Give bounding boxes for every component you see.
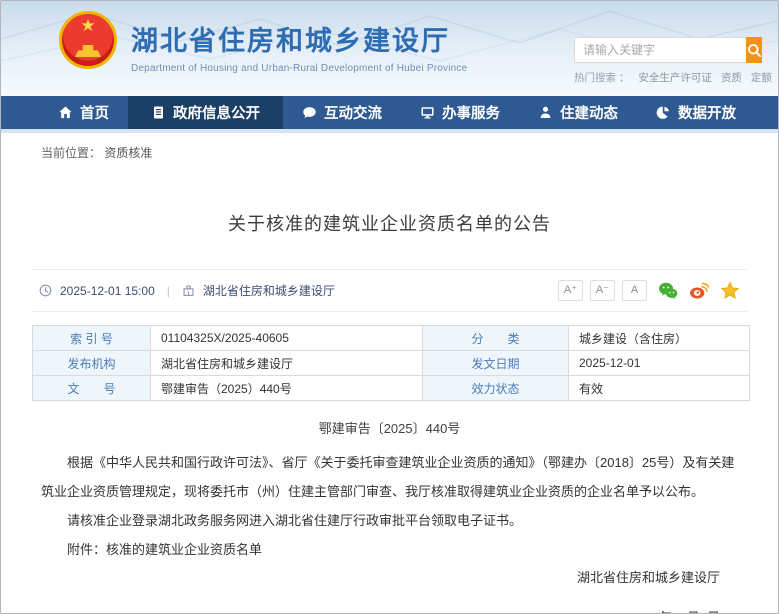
font-size-reset-button[interactable]: A: [622, 280, 647, 301]
info-value-index-number: 01104325X/2025-40605: [151, 326, 423, 351]
wechat-icon: [658, 281, 678, 300]
info-label-validity: 效力状态: [423, 376, 569, 401]
article-paragraph: 请核准企业登录湖北政务服务网进入湖北省住建厅行政审批平台领取电子证书。: [41, 506, 738, 535]
source-building-icon: [182, 284, 195, 297]
clock-icon: [39, 284, 52, 297]
person-icon: [538, 105, 553, 120]
home-icon: [58, 105, 73, 120]
nav-label: 住建动态: [560, 102, 618, 123]
document-info-table: 索 引 号 01104325X/2025-40605 分 类 城乡建设（含住房）…: [32, 325, 750, 401]
table-row: 发布机构 湖北省住房和城乡建设厅 发文日期 2025-12-01: [33, 351, 750, 376]
hot-search-link[interactable]: 定额: [751, 70, 772, 85]
magnifier-icon: [747, 43, 762, 58]
site-logo-area: ★ 湖北省住房和城乡建设厅 Department of Housing and …: [59, 11, 467, 74]
site-header: ★ 湖北省住房和城乡建设厅 Department of Housing and …: [1, 1, 778, 96]
hot-search-link[interactable]: 安全生产许可证: [638, 70, 712, 85]
pie-chart-icon: [656, 105, 671, 120]
nav-label: 数据开放: [678, 102, 736, 123]
signature-block: 湖北省住房和城乡建设厅 2025年12月1日: [1, 567, 720, 614]
monitor-icon: [420, 105, 435, 120]
font-size-increase-button[interactable]: A⁺: [558, 280, 583, 301]
table-row: 索 引 号 01104325X/2025-40605 分 类 城乡建设（含住房）: [33, 326, 750, 351]
hot-search-link[interactable]: 资质: [721, 70, 742, 85]
article-paragraph-attachment: 附件：核准的建筑业企业资质名单: [41, 535, 738, 564]
site-subtitle: Department of Housing and Urban-Rural De…: [131, 63, 467, 74]
info-value-doc-number: 鄂建审告（2025）440号: [151, 376, 423, 401]
nav-item-interaction[interactable]: 互动交流: [283, 96, 401, 129]
emblem-star-icon: ★: [62, 17, 114, 34]
publish-source: 湖北省住房和城乡建设厅: [203, 282, 335, 299]
info-label-issuer: 发布机构: [33, 351, 151, 376]
breadcrumb: 当前位置： 资质核准: [1, 133, 778, 167]
nav-item-news[interactable]: 住建动态: [519, 96, 637, 129]
info-label-index-number: 索 引 号: [33, 326, 151, 351]
search-button[interactable]: [746, 37, 762, 63]
breadcrumb-current[interactable]: 资质核准: [104, 146, 152, 160]
font-size-decrease-button[interactable]: A⁻: [590, 280, 615, 301]
favorite-star-icon: [720, 281, 740, 300]
info-value-validity: 有效: [569, 376, 750, 401]
weibo-icon: [689, 281, 709, 300]
nav-label: 首页: [80, 102, 109, 123]
national-emblem-logo: ★: [59, 11, 117, 69]
nav-label: 互动交流: [324, 102, 382, 123]
page-title: 关于核准的建筑业企业资质名单的公告: [1, 210, 778, 236]
info-label-issue-date: 发文日期: [423, 351, 569, 376]
signature-org: 湖北省住房和城乡建设厅: [1, 567, 720, 586]
chat-icon: [302, 105, 317, 120]
nav-item-home[interactable]: 首页: [39, 96, 128, 129]
share-weibo-button[interactable]: [689, 281, 709, 301]
emblem-gate-icon: [75, 45, 101, 57]
info-label-category: 分 类: [423, 326, 569, 351]
nav-label: 办事服务: [442, 102, 500, 123]
nav-item-gov-info[interactable]: 政府信息公开: [128, 96, 283, 129]
page: ★ 湖北省住房和城乡建设厅 Department of Housing and …: [0, 0, 779, 614]
nav-item-services[interactable]: 办事服务: [401, 96, 519, 129]
site-title: 湖北省住房和城乡建设厅: [131, 19, 467, 58]
document-number-heading: 鄂建审告〔2025〕440号: [1, 418, 778, 437]
document-icon: [151, 105, 166, 120]
hot-search-row: 热门搜索 ： 安全生产许可证 资质 定额: [574, 70, 762, 85]
info-value-issue-date: 2025-12-01: [569, 351, 750, 376]
breadcrumb-label: 当前位置：: [41, 146, 101, 160]
hot-search-label: 热门搜索 ：: [574, 70, 629, 85]
article-paragraph: 根据《中华人民共和国行政许可法》、省厅《关于委托审查建筑业企业资质的通知》（鄂建…: [41, 448, 738, 506]
info-value-issuer: 湖北省住房和城乡建设厅: [151, 351, 423, 376]
signature-date: 2025年12月1日: [1, 607, 720, 614]
nav-item-open-data[interactable]: 数据开放: [637, 96, 755, 129]
search-area: 热门搜索 ： 安全生产许可证 资质 定额: [574, 37, 762, 85]
table-row: 文 号 鄂建审告（2025）440号 效力状态 有效: [33, 376, 750, 401]
article-meta-bar: 2025-12-01 15:00 | 湖北省住房和城乡建设厅 A⁺ A⁻ A: [32, 269, 747, 312]
main-nav: 首页 政府信息公开 互动交流 办事服务: [1, 96, 778, 129]
article-body: 根据《中华人民共和国行政许可法》、省厅《关于委托审查建筑业企业资质的通知》（鄂建…: [41, 448, 738, 564]
search-input[interactable]: [574, 37, 746, 63]
share-favorite-button[interactable]: [720, 281, 740, 301]
nav-label: 政府信息公开: [173, 102, 260, 123]
publish-datetime: 2025-12-01 15:00: [60, 284, 155, 298]
share-wechat-button[interactable]: [658, 281, 678, 301]
info-value-category: 城乡建设（含住房）: [569, 326, 750, 351]
info-label-doc-number: 文 号: [33, 376, 151, 401]
meta-separator: |: [167, 284, 170, 298]
